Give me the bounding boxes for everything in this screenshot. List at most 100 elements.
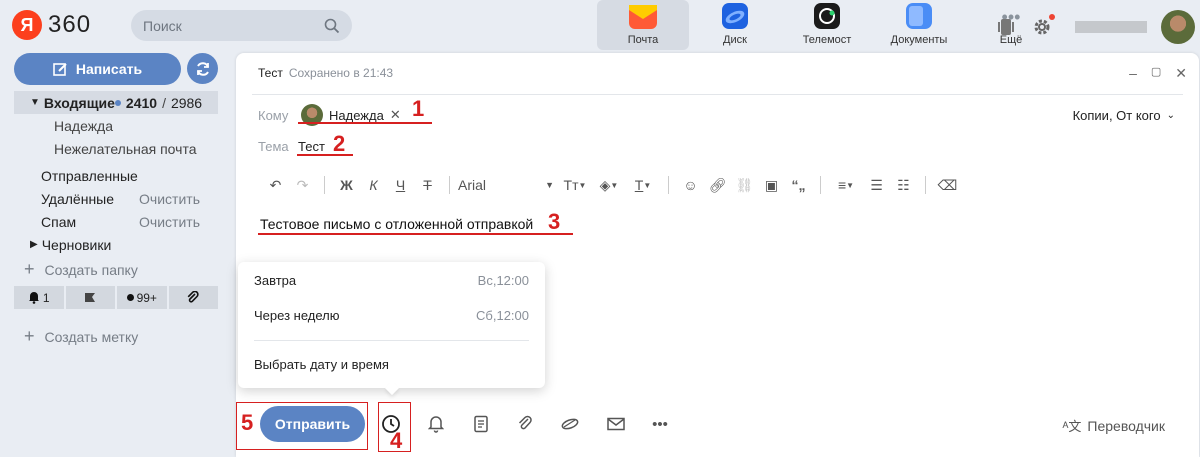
minimize-icon[interactable]: – (1129, 65, 1137, 82)
annotation-3: 3 (548, 209, 561, 234)
unread-dot-filter-icon (126, 294, 134, 301)
annotation-1: 1 (412, 96, 425, 121)
text-color-icon[interactable]: T ▼ (626, 177, 660, 193)
option-label: Выбрать дату и время (254, 357, 389, 372)
settings-gear-icon[interactable] (1031, 14, 1055, 38)
underline-icon[interactable]: Ч (387, 177, 414, 193)
remove-recipient-icon[interactable]: ✕ (390, 107, 401, 123)
yandex-360-logo[interactable]: Я 360 (12, 10, 91, 40)
folder-sent-label: Отправленные (41, 167, 138, 184)
message-body[interactable]: Тестовое письмо с отложенной отправкой (260, 216, 533, 232)
folder-nadezhda-label: Надежда (54, 117, 114, 134)
maximize-icon[interactable]: ▢ (1151, 65, 1161, 82)
app-disk[interactable]: Диск (689, 0, 781, 50)
annotation-2-underline (297, 154, 353, 156)
app-telemost-label: Телемост (802, 34, 852, 46)
refresh-button[interactable] (187, 53, 218, 84)
italic-icon[interactable]: К (360, 177, 387, 193)
folder-spam[interactable]: Спам Очистить (14, 210, 218, 233)
schedule-send-menu: Завтра Вс,12:00 Через неделю Сб,12:00 Вы… (238, 262, 545, 388)
link-icon[interactable]: 🔗︎ (704, 177, 731, 194)
subject-label: Тема (258, 139, 289, 154)
template-icon[interactable] (470, 413, 492, 435)
app-disk-label: Диск (723, 34, 747, 46)
translator-button[interactable]: ᴬ文 Переводчик (1063, 416, 1166, 435)
filter-unread-count: 99+ (136, 290, 157, 305)
search-icon (324, 18, 340, 33)
user-avatar[interactable] (1161, 10, 1195, 44)
search-input[interactable]: Поиск (131, 10, 352, 41)
folder-drafts-label: Черновики (41, 236, 112, 253)
toolbar-separator (668, 176, 669, 194)
attach-paperclip-icon[interactable] (514, 413, 536, 435)
search-placeholder: Поиск (143, 17, 182, 34)
numbered-list-icon[interactable]: ☷ (890, 177, 917, 194)
font-select[interactable]: Arial ▼ (458, 177, 558, 193)
folder-spam-sub[interactable]: Нежелательная почта (14, 137, 218, 160)
send-button[interactable]: Отправить (260, 406, 365, 442)
create-label-link[interactable]: + Создать метку (24, 326, 138, 347)
image-icon[interactable]: ▣ (758, 177, 785, 194)
app-telemost[interactable]: Телемост (781, 0, 873, 50)
inbox-unread: 2410 (125, 94, 158, 111)
schedule-option-next-week[interactable]: Через неделю Сб,12:00 (254, 308, 529, 323)
disk-icon (722, 3, 748, 29)
align-icon[interactable]: ≡ ▼ (829, 177, 863, 193)
collapse-triangle-icon: ▼ (30, 97, 40, 108)
compose-title: Тест (258, 66, 283, 80)
close-icon[interactable]: ✕ (1175, 65, 1187, 82)
folder-inbox[interactable]: ▼ Входящие 2410 / 2986 (14, 91, 218, 114)
quote-icon[interactable]: “„ (785, 177, 812, 193)
plus-icon: + (24, 259, 35, 279)
clear-deleted-button[interactable]: Очистить (139, 191, 218, 207)
inbox-count: 2410 / 2986 (114, 94, 220, 111)
translator-label: Переводчик (1087, 417, 1165, 434)
toolbar-separator (925, 176, 926, 194)
copies-toggle[interactable]: Копии, От кого ⌄ (1073, 108, 1175, 123)
clear-format-icon[interactable]: ⌫ (934, 177, 961, 194)
compose-button[interactable]: Написать (14, 53, 181, 85)
filter-reminders-count: 1 (42, 290, 50, 305)
clear-spam-button[interactable]: Очистить (139, 214, 218, 230)
envelope-icon[interactable] (605, 413, 627, 435)
filter-flagged[interactable] (65, 286, 115, 309)
font-size-icon[interactable]: Тт ▼ (558, 177, 592, 193)
schedule-option-custom[interactable]: Выбрать дату и время (254, 357, 529, 372)
filter-reminders[interactable]: 1 (14, 286, 64, 309)
app-documents[interactable]: Документы (873, 0, 965, 50)
strikethrough-icon[interactable]: T (414, 177, 441, 193)
fill-color-icon[interactable]: ◈ ▼ (592, 177, 626, 194)
paperclip-icon (187, 290, 199, 303)
filter-unread[interactable]: 99+ (117, 286, 167, 309)
more-options-icon[interactable]: ••• (649, 413, 671, 435)
plus-icon: + (24, 326, 35, 346)
annotation-3-underline (258, 233, 573, 235)
notifications-icon[interactable] (995, 16, 1017, 38)
redo-icon[interactable]: ↷ (289, 177, 316, 194)
unread-dot-icon (114, 99, 121, 106)
schedule-clock-icon[interactable] (380, 413, 402, 435)
folder-drafts[interactable]: ▶ Черновики (14, 233, 218, 256)
bold-icon[interactable]: Ж (333, 177, 360, 193)
filter-attachments[interactable] (168, 286, 218, 309)
undo-icon[interactable]: ↶ (262, 177, 289, 194)
unlink-icon[interactable]: ⛓︎ (731, 177, 758, 194)
folder-sent[interactable]: Отправленные (14, 164, 218, 187)
telemost-icon (814, 3, 840, 29)
app-mail[interactable]: Почта (597, 0, 689, 50)
create-folder-label: Создать папку (44, 261, 138, 278)
create-folder-link[interactable]: + Создать папку (24, 259, 138, 280)
folder-deleted[interactable]: Удалённые Очистить (14, 187, 218, 210)
attach-from-disk-icon[interactable] (559, 413, 581, 435)
menu-divider (254, 340, 529, 341)
schedule-option-tomorrow[interactable]: Завтра Вс,12:00 (254, 273, 529, 288)
subject-field[interactable]: Тест (298, 139, 325, 154)
compose-pencil-icon (53, 62, 67, 76)
refresh-icon (196, 61, 209, 76)
copies-label: Копии, От кого (1072, 108, 1161, 123)
header-right (995, 10, 1195, 44)
reminder-bell-icon[interactable] (425, 413, 447, 435)
folder-nadezhda[interactable]: Надежда (14, 114, 218, 137)
emoji-icon[interactable]: ☺ (677, 177, 704, 193)
bullet-list-icon[interactable]: ☰ (863, 177, 890, 194)
